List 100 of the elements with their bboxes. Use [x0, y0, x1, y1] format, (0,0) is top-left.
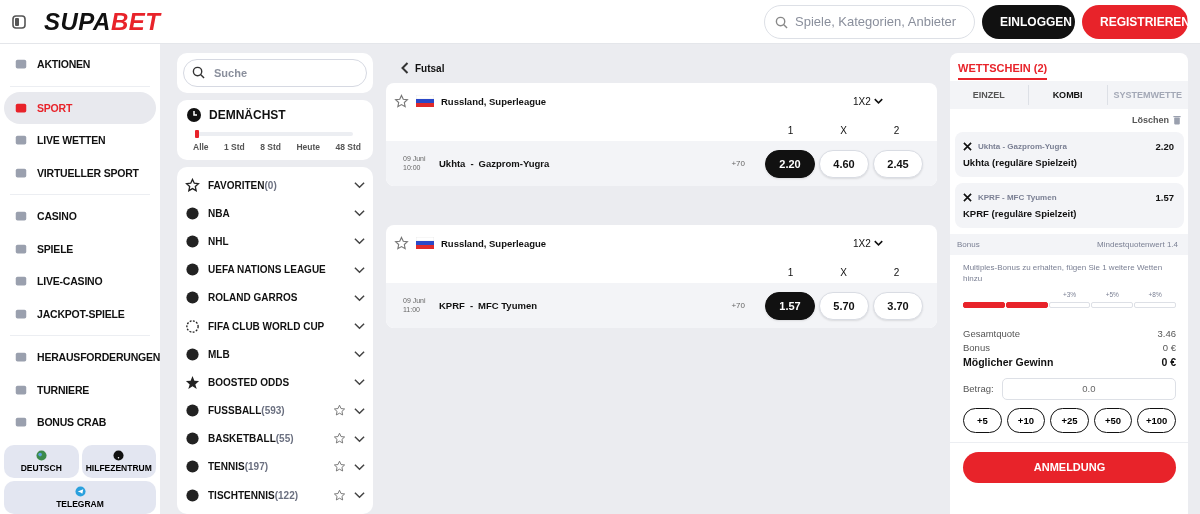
match-name: Ukhta - Gazprom-Yugra	[978, 142, 1068, 151]
category-filter-row[interactable]: TENNIS(197)	[185, 452, 365, 482]
category-filter-row[interactable]: BASKETBALL(55)	[185, 424, 365, 453]
expand-chevron-icon[interactable]	[354, 322, 365, 331]
quick-stake-button[interactable]: +5	[963, 407, 1002, 433]
bonus-hint: Multiples-Bonus zu erhalten, fügen Sie 1 weitere Wetten hinzu	[962, 262, 1164, 285]
expand-chevron-icon[interactable]	[354, 265, 365, 274]
help-icon	[113, 449, 125, 461]
total-value: 0 €	[1162, 341, 1176, 353]
odds-button[interactable]: 1.57	[765, 291, 815, 320]
expand-chevron-icon[interactable]	[354, 209, 365, 218]
expand-chevron-icon[interactable]	[354, 378, 365, 387]
odds-button[interactable]: 5.70	[819, 291, 869, 320]
total-label: Bonus	[963, 341, 990, 353]
submit-button[interactable]: ANMELDUNG	[963, 451, 1176, 483]
chevron-down-icon[interactable]	[873, 240, 883, 246]
sidebar-toggle-icon[interactable]	[12, 14, 26, 29]
chevron-down-icon[interactable]	[873, 98, 883, 104]
logo[interactable]: SUPABET	[44, 7, 161, 36]
odds-button[interactable]: 2.20	[765, 149, 815, 178]
close-icon[interactable]	[963, 193, 972, 202]
search-icon	[192, 66, 205, 79]
total-value: 0 €	[1161, 355, 1176, 368]
expand-chevron-icon[interactable]	[354, 237, 365, 246]
quick-stake-button[interactable]: +50	[1093, 407, 1133, 433]
odds-button[interactable]: 2.45	[873, 149, 923, 178]
more-markets-link[interactable]: +70	[731, 159, 745, 168]
outcome-label: 1	[786, 124, 795, 136]
category-filter-row[interactable]: FAVORITEN(0)	[185, 171, 365, 200]
star-icon[interactable]	[394, 235, 409, 251]
time-option[interactable]: Heute	[296, 142, 321, 152]
sport-icon	[185, 459, 200, 475]
sidebar-item[interactable]: VIRTUELLER SPORT	[4, 156, 156, 189]
more-markets-link[interactable]: +70	[731, 301, 745, 310]
sidebar-button[interactable]: TELEGRAM	[4, 480, 156, 514]
expand-chevron-icon[interactable]	[354, 350, 365, 359]
bet-type-tab[interactable]: KOMBI	[1027, 85, 1107, 105]
category-filter-row[interactable]: NBA	[185, 199, 365, 228]
close-icon[interactable]	[963, 142, 972, 151]
expand-chevron-icon[interactable]	[354, 181, 365, 190]
trash-icon[interactable]	[1173, 115, 1181, 125]
odds-button[interactable]: 3.70	[873, 291, 923, 320]
quick-stake-button[interactable]: +25	[1050, 407, 1089, 433]
total-value: 3.46	[1157, 327, 1176, 339]
league-name: Russland, Superleague	[441, 95, 548, 107]
sidebar-item[interactable]: BONUS CRAB	[4, 406, 156, 439]
outcome-label: 1	[786, 266, 795, 278]
category-filter-row[interactable]: FIFA CLUB WORLD CUP	[185, 311, 365, 341]
sport-icon	[185, 290, 200, 306]
expand-chevron-icon[interactable]	[354, 491, 365, 500]
time-option[interactable]: 48 Std	[335, 142, 361, 152]
star-icon[interactable]	[333, 460, 346, 474]
expand-chevron-icon[interactable]	[354, 462, 365, 471]
sidebar-item[interactable]: SPIELE	[4, 232, 156, 265]
bet-type-tab[interactable]: EINZEL	[950, 85, 1028, 105]
team-name: KPRF	[439, 300, 465, 311]
login-button[interactable]: EINLOGGEN	[982, 4, 1075, 39]
sidebar-item[interactable]: SPORT	[4, 91, 156, 124]
star-icon[interactable]	[333, 432, 346, 446]
search-field[interactable]: Suche	[183, 59, 367, 87]
category-filter-row[interactable]: UEFA NATIONS LEAGUE	[185, 255, 365, 284]
clear-link[interactable]: Löschen	[1132, 115, 1169, 125]
quick-stake-button[interactable]: +100	[1137, 407, 1176, 433]
expand-chevron-icon[interactable]	[354, 434, 365, 443]
back-link[interactable]: Futsal	[386, 53, 937, 83]
category-filter-row[interactable]: ROLAND GARROS	[185, 283, 365, 312]
star-icon[interactable]	[333, 404, 346, 418]
sidebar-item[interactable]: CASINO	[4, 200, 156, 233]
time-option[interactable]: Alle	[193, 142, 209, 152]
quick-stake-button[interactable]: +10	[1006, 407, 1046, 433]
selection-pick: Ukhta (reguläre Spielzeit)	[963, 157, 1079, 168]
sidebar-item[interactable]: AKTIONEN	[4, 48, 156, 81]
category-filter-row[interactable]: BOOSTED ODDS	[185, 368, 365, 397]
sport-icon	[185, 346, 200, 362]
category-filter-row[interactable]: NHL	[185, 227, 365, 256]
sidebar-item[interactable]: TURNIERE	[4, 373, 156, 406]
sidebar-button[interactable]: HILFEZENTRUM	[81, 444, 156, 478]
sidebar-item[interactable]: LIVE WETTEN	[4, 124, 156, 157]
category-filter-row[interactable]: TISCHTENNIS(122)	[185, 481, 365, 510]
register-button[interactable]: REGISTRIEREN	[1082, 4, 1188, 39]
category-filter-row[interactable]: MLB	[185, 340, 365, 369]
expand-chevron-icon[interactable]	[354, 293, 365, 302]
sidebar-button[interactable]: DEUTSCH	[4, 444, 79, 478]
time-slider-handle[interactable]	[195, 130, 199, 138]
market-dropdown[interactable]: 1X2	[853, 237, 871, 249]
paper-plane-icon	[74, 485, 86, 497]
odds-button[interactable]: 4.60	[819, 149, 869, 178]
expand-chevron-icon[interactable]	[354, 406, 365, 415]
back-chevron-icon[interactable]	[401, 62, 409, 74]
stake-field[interactable]: 0.0	[1001, 377, 1176, 400]
time-option[interactable]: 1 Std	[224, 142, 245, 152]
star-icon[interactable]	[394, 93, 409, 109]
time-option[interactable]: 8 Std	[260, 142, 281, 152]
category-filter-row[interactable]: FUSSBALL(593)	[185, 396, 365, 425]
sidebar-item[interactable]: JACKPOT-SPIELE	[4, 297, 156, 330]
star-icon[interactable]	[333, 488, 346, 502]
search-field[interactable]: Spiele, Kategorien, Anbieter	[764, 4, 975, 39]
sidebar-item[interactable]: LIVE-CASINO	[4, 265, 156, 298]
market-dropdown[interactable]: 1X2	[853, 95, 871, 107]
min-odds-note: Mindestquotenwert 1.4	[1097, 240, 1178, 249]
